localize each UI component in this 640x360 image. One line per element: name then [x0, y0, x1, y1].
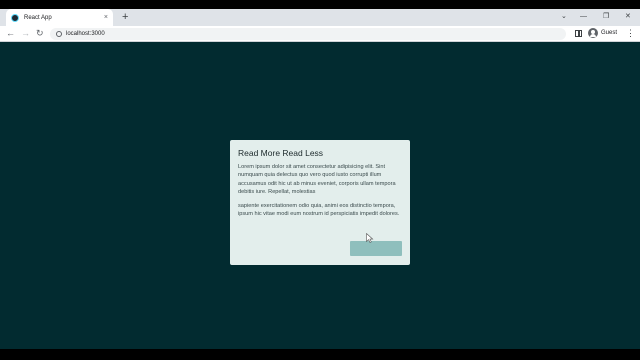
card-paragraph-1: Lorem ipsum dolor sit amet consectetur a… [238, 164, 396, 195]
minimize-button[interactable]: — [580, 12, 587, 22]
side-panel-icon[interactable] [575, 30, 582, 37]
card-paragraph-2: sapiente exercitationem odio quia, animi… [238, 203, 400, 218]
tab-title: React App [24, 14, 52, 21]
browser-toolbar: ← → ↻ localhost:3000 Guest ⋮ [0, 26, 640, 42]
browser-menu-icon[interactable]: ⋮ [626, 28, 635, 39]
guest-avatar-icon [588, 28, 598, 38]
site-info-icon[interactable] [56, 31, 62, 37]
read-more-card: Read More Read Less Lorem ipsum dolor si… [230, 140, 410, 265]
reload-button[interactable]: ↻ [36, 28, 44, 39]
profile-label: Guest [601, 30, 618, 36]
page-viewport: Read More Read Less Lorem ipsum dolor si… [0, 42, 640, 349]
address-bar[interactable]: localhost:3000 [50, 28, 566, 40]
tab-close-icon[interactable]: × [104, 14, 108, 21]
screen: React App × + ⌄ — ❐ ✕ ← → ↻ localhost:30… [0, 0, 640, 360]
react-favicon-icon [11, 13, 19, 22]
address-url: localhost:3000 [66, 31, 105, 37]
tab-react-app[interactable]: React App × [6, 9, 113, 26]
profile-button[interactable]: Guest [588, 28, 617, 38]
tab-strip: React App × + ⌄ — ❐ ✕ [0, 9, 640, 26]
read-toggle-button[interactable] [350, 241, 402, 256]
card-title: Read More Read Less [238, 148, 324, 158]
close-window-button[interactable]: ✕ [625, 12, 631, 22]
forward-button[interactable]: → [21, 28, 30, 39]
new-tab-button[interactable]: + [122, 11, 128, 23]
restore-button[interactable]: ❐ [603, 12, 609, 22]
mouse-cursor-icon [366, 233, 374, 243]
tab-search-dropdown-icon[interactable]: ⌄ [561, 12, 567, 22]
back-button[interactable]: ← [6, 28, 15, 39]
